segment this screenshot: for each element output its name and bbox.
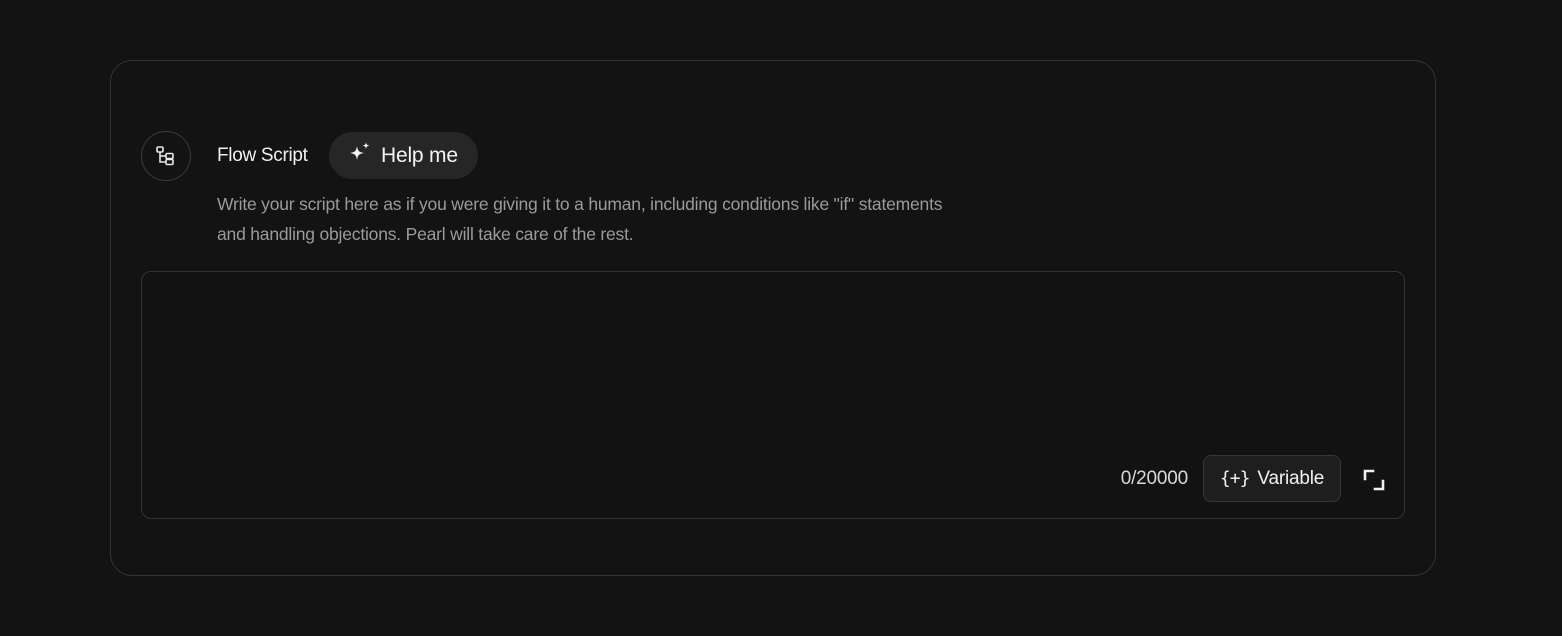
expand-icon[interactable] bbox=[1362, 468, 1386, 492]
insert-variable-button[interactable]: {+} Variable bbox=[1203, 455, 1341, 502]
character-counter: 0/20000 bbox=[1120, 468, 1188, 489]
sparkle-icon bbox=[347, 140, 373, 171]
flow-tree-icon bbox=[141, 131, 191, 181]
variable-button-label: Variable bbox=[1257, 467, 1325, 489]
flow-script-card: Flow Script Help me Write your script he… bbox=[110, 60, 1436, 576]
script-editor: 0/20000 {+} Variable bbox=[141, 271, 1405, 519]
help-me-label: Help me bbox=[381, 143, 458, 167]
variable-icon: {+} bbox=[1219, 468, 1250, 489]
script-textarea[interactable] bbox=[142, 272, 1404, 442]
section-description: Write your script here as if you were gi… bbox=[217, 194, 943, 244]
help-me-button[interactable]: Help me bbox=[329, 132, 478, 179]
section-title: Flow Script bbox=[217, 145, 308, 166]
